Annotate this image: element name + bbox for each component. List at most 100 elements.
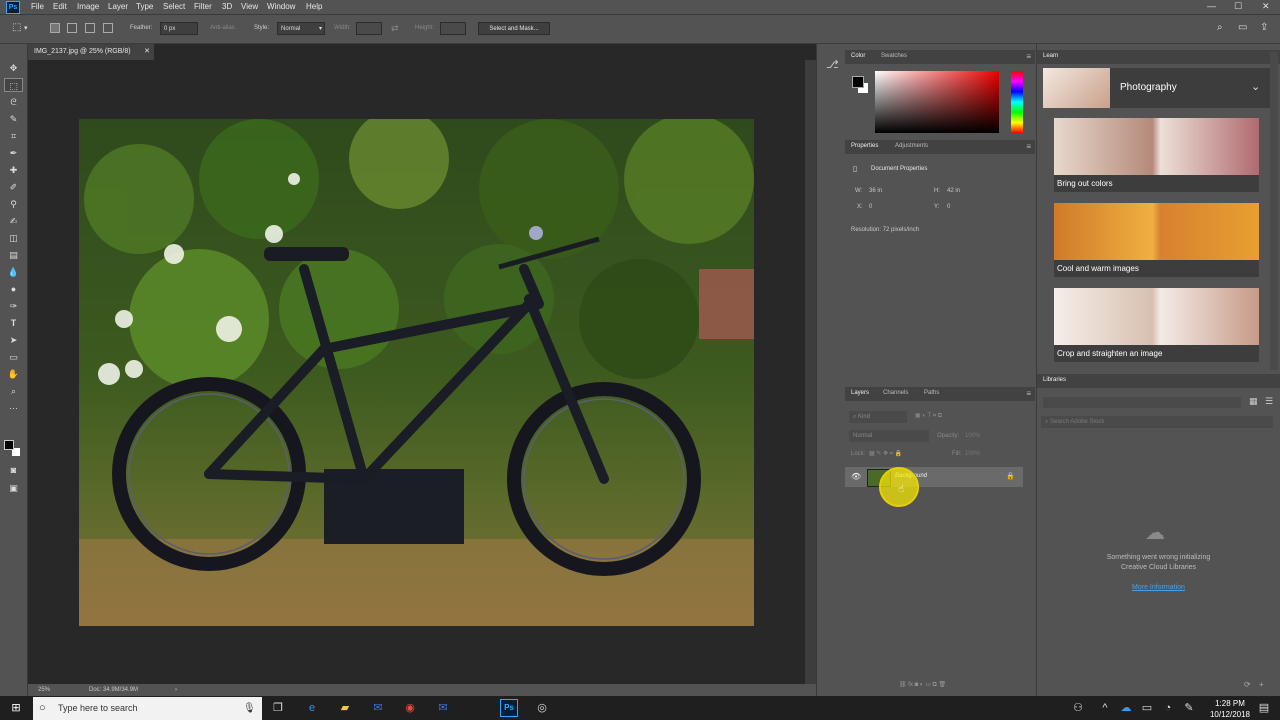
layer-kind-filter[interactable]: ⌕ Kind bbox=[849, 411, 907, 423]
y-prop-value[interactable]: 0 bbox=[947, 204, 950, 210]
photoshop-taskbar-icon[interactable]: Ps bbox=[500, 699, 518, 717]
outlook-secondary-icon[interactable]: ✉ bbox=[436, 701, 450, 715]
more-tools-icon[interactable]: ··· bbox=[4, 401, 23, 415]
tab-swatches[interactable]: Swatches bbox=[881, 53, 907, 59]
feather-input[interactable]: 0 px bbox=[160, 22, 198, 35]
marquee-tool-icon[interactable]: ⬚ bbox=[4, 78, 23, 92]
history-brush-tool-icon[interactable]: ✍ bbox=[4, 214, 23, 228]
chevron-down-icon[interactable]: ⌄ bbox=[1251, 80, 1260, 93]
share-icon[interactable]: ⇪ bbox=[1260, 22, 1268, 33]
zoom-level[interactable]: 25% bbox=[38, 687, 50, 693]
opacity-value[interactable]: 100% bbox=[965, 433, 980, 439]
color-fg-swatch[interactable] bbox=[852, 76, 864, 88]
edge-browser-icon[interactable]: e bbox=[305, 701, 319, 715]
bike-photo-canvas[interactable] bbox=[79, 119, 754, 626]
color-field[interactable] bbox=[875, 71, 999, 133]
add-selection-icon[interactable] bbox=[67, 23, 77, 33]
tab-libraries[interactable]: Libraries bbox=[1043, 377, 1066, 383]
healing-brush-tool-icon[interactable]: ✚ bbox=[4, 163, 23, 177]
close-icon[interactable]: ✕ bbox=[1262, 1, 1270, 12]
tab-paths[interactable]: Paths bbox=[924, 390, 939, 396]
add-content-icon[interactable]: + bbox=[1259, 680, 1264, 689]
layer-row-background[interactable]: 👁 Background 🔒 bbox=[845, 467, 1023, 487]
hand-tool-icon[interactable]: ✋ bbox=[4, 367, 23, 381]
document-scrollbar[interactable] bbox=[805, 60, 816, 684]
maximize-icon[interactable]: ☐ bbox=[1234, 1, 1242, 12]
crop-tool-icon[interactable]: ⌗ bbox=[4, 129, 23, 143]
swap-arrows-icon[interactable]: ⇄ bbox=[391, 23, 399, 34]
pen-tool-icon[interactable]: ✑ bbox=[4, 299, 23, 313]
minimize-icon[interactable]: — bbox=[1207, 1, 1216, 11]
menu-edit[interactable]: Edit bbox=[53, 2, 67, 11]
panel-menu-icon[interactable]: ≡ bbox=[1026, 52, 1031, 61]
learn-card-crop[interactable]: Crop and straighten an image bbox=[1054, 288, 1259, 362]
panel-menu-icon[interactable]: ≡ bbox=[1026, 389, 1031, 398]
menu-type[interactable]: Type bbox=[136, 2, 153, 11]
learn-card-colors[interactable]: Bring out colors bbox=[1054, 118, 1259, 192]
menu-3d[interactable]: 3D bbox=[222, 2, 232, 11]
chevron-down-icon[interactable]: ▾ bbox=[24, 24, 28, 32]
quick-mask-icon[interactable]: ◙ bbox=[4, 463, 23, 477]
tab-layers[interactable]: Layers bbox=[851, 390, 869, 396]
onedrive-icon[interactable]: ☁ bbox=[1119, 701, 1133, 715]
lock-icons[interactable]: ▦ ✎ ✥ ⌗ 🔒 bbox=[869, 450, 902, 458]
microphone-icon[interactable]: 🎙 bbox=[243, 697, 256, 720]
lasso-tool-icon[interactable]: ᘓ bbox=[4, 95, 23, 109]
width-prop-value[interactable]: 36 in bbox=[869, 188, 882, 194]
file-explorer-icon[interactable]: ▰ bbox=[338, 701, 352, 715]
zoom-tool-icon[interactable]: ⌕ bbox=[4, 384, 23, 398]
history-panel-icon[interactable]: ⎇ bbox=[826, 58, 839, 71]
network-icon[interactable]: ◔ bbox=[1161, 701, 1175, 715]
task-view-icon[interactable]: ❐ bbox=[271, 701, 285, 715]
type-tool-icon[interactable]: T bbox=[4, 316, 23, 330]
learn-topic-header[interactable]: Photography ⌄ bbox=[1043, 68, 1271, 108]
close-tab-icon[interactable]: ✕ bbox=[144, 44, 150, 60]
menu-help[interactable]: Help bbox=[306, 2, 322, 11]
width-input[interactable] bbox=[356, 22, 382, 35]
pen-workspace-icon[interactable]: ✎ bbox=[1182, 701, 1196, 715]
menu-filter[interactable]: Filter bbox=[194, 2, 212, 11]
show-hidden-icons-chevron[interactable]: ^ bbox=[1098, 701, 1112, 715]
grid-view-icon[interactable]: ▦ bbox=[1249, 396, 1258, 407]
menu-view[interactable]: View bbox=[241, 2, 258, 11]
marquee-preset-icon[interactable]: ⬚ bbox=[12, 22, 21, 33]
battery-icon[interactable]: ▭ bbox=[1140, 701, 1154, 715]
tab-adjustments[interactable]: Adjustments bbox=[895, 143, 928, 149]
quick-select-tool-icon[interactable]: ✎ bbox=[4, 112, 23, 126]
taskbar-time[interactable]: 1:28 PM bbox=[1206, 699, 1254, 708]
panel-menu-icon[interactable]: ≡ bbox=[1026, 142, 1031, 151]
subtract-selection-icon[interactable] bbox=[85, 23, 95, 33]
learn-card-cool-warm[interactable]: Cool and warm images bbox=[1054, 203, 1259, 277]
blend-mode-select[interactable]: Normal bbox=[849, 430, 929, 442]
layer-footer-icons[interactable]: ⛓ fx ◙ ◐ ▭ ⧉ 🗑 bbox=[899, 681, 946, 689]
cc-sync-icon[interactable]: ⟳ bbox=[1244, 680, 1251, 689]
action-center-icon[interactable]: ▤ bbox=[1257, 701, 1271, 715]
menu-select[interactable]: Select bbox=[163, 2, 185, 11]
eraser-tool-icon[interactable]: ◫ bbox=[4, 231, 23, 245]
filter-icons[interactable]: ▣ ◐ T ⌗ ⧉ bbox=[915, 412, 942, 420]
recording-app-icon[interactable]: ◎ bbox=[535, 701, 549, 715]
foreground-color-swatch[interactable] bbox=[4, 440, 14, 450]
path-select-tool-icon[interactable]: ➤ bbox=[4, 333, 23, 347]
document-tab[interactable]: IMG_2137.jpg @ 25% (RGB/8) ✕ bbox=[28, 44, 154, 60]
menu-window[interactable]: Window bbox=[267, 2, 295, 11]
learn-scrollbar[interactable] bbox=[1270, 52, 1278, 370]
workspace-icon[interactable]: ▭ bbox=[1238, 22, 1247, 33]
people-icon[interactable]: ⚇ bbox=[1071, 701, 1085, 715]
search-icon[interactable]: ⌕ bbox=[1217, 22, 1223, 33]
screen-mode-icon[interactable]: ▣ bbox=[4, 481, 23, 495]
library-search-input[interactable]: ⌕ Search Adobe Stock bbox=[1041, 416, 1273, 428]
eyedropper-tool-icon[interactable]: ✒ bbox=[4, 146, 23, 160]
menu-layer[interactable]: Layer bbox=[108, 2, 128, 11]
windows-start-icon[interactable]: ⊞ bbox=[9, 701, 23, 715]
intersect-selection-icon[interactable] bbox=[103, 23, 113, 33]
tab-properties[interactable]: Properties bbox=[851, 143, 878, 149]
tab-color[interactable]: Color bbox=[851, 53, 865, 59]
gradient-tool-icon[interactable]: ▤ bbox=[4, 248, 23, 262]
status-chevron-icon[interactable]: › bbox=[175, 687, 177, 693]
new-selection-icon[interactable] bbox=[50, 23, 60, 33]
menu-file[interactable]: File bbox=[31, 2, 44, 11]
x-prop-value[interactable]: 0 bbox=[869, 204, 872, 210]
select-and-mask-button[interactable]: Select and Mask... bbox=[478, 22, 550, 35]
move-tool-icon[interactable]: ✥ bbox=[4, 61, 23, 75]
